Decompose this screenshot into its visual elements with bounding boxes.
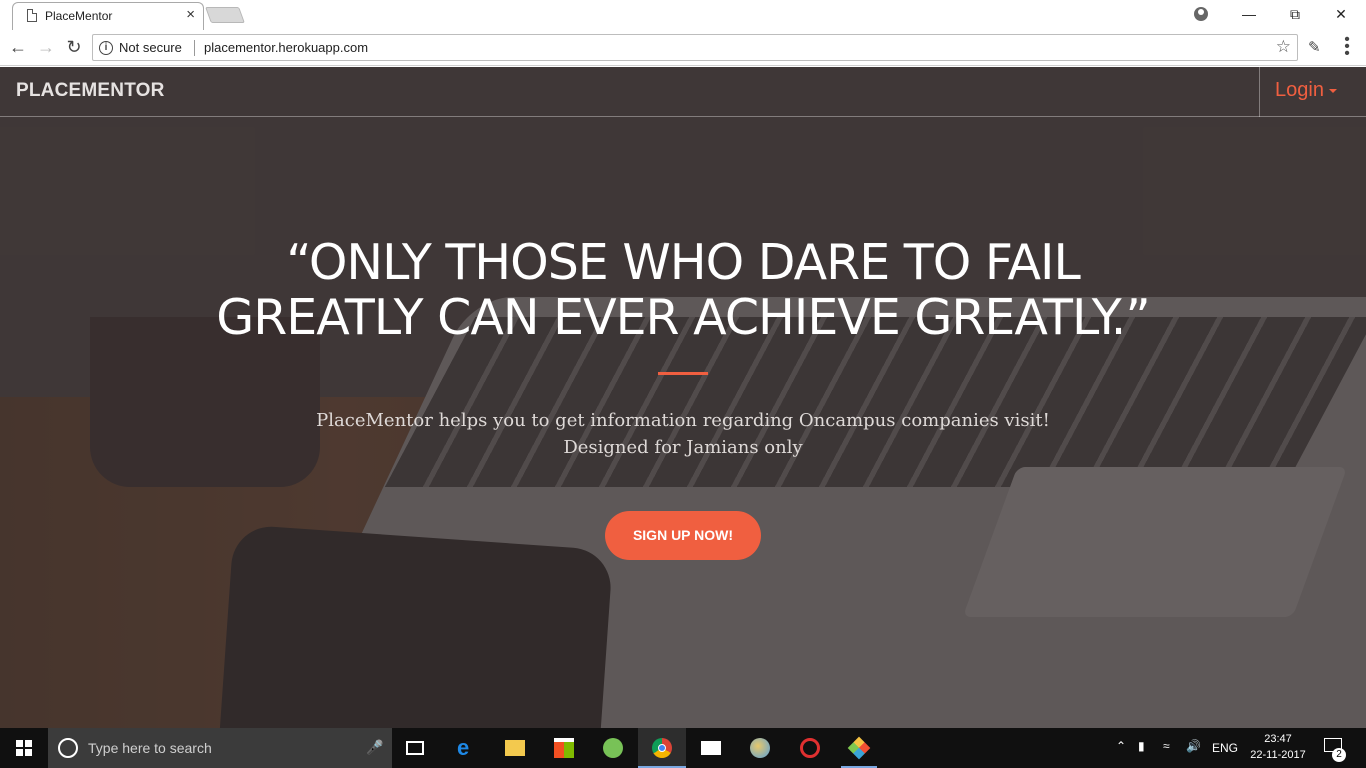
- browser-menu-icon[interactable]: • • •: [1342, 32, 1352, 62]
- headline-line-2: GREATLY CAN EVER ACHIEVE GREATLY.”: [216, 289, 1151, 346]
- task-view-icon[interactable]: [392, 728, 440, 768]
- mail-icon[interactable]: [687, 728, 735, 768]
- browser-tab-bar: PlaceMentor × — ⧉ ✕: [0, 0, 1366, 30]
- volume-icon[interactable]: 🔊: [1186, 739, 1201, 753]
- info-icon[interactable]: i: [99, 41, 113, 55]
- url-text[interactable]: placementor.herokuapp.com: [204, 40, 368, 55]
- caret-down-icon: [1328, 88, 1337, 93]
- login-label: Login: [1275, 79, 1324, 101]
- notification-badge: 2: [1332, 748, 1346, 762]
- restore-button[interactable]: ⧉: [1272, 0, 1318, 30]
- hero-overlay: [0, 67, 1366, 728]
- bookmark-star-icon[interactable]: ☆: [1276, 37, 1291, 57]
- language-indicator[interactable]: ENG: [1212, 741, 1238, 755]
- new-tab-button[interactable]: [205, 7, 245, 23]
- forward-icon[interactable]: →: [34, 36, 58, 60]
- paint-icon[interactable]: [736, 728, 784, 768]
- taskbar-search-box[interactable]: Type here to search 🎤: [48, 728, 392, 768]
- sign-up-button[interactable]: SIGN UP NOW!: [605, 511, 761, 560]
- search-placeholder: Type here to search: [88, 740, 212, 756]
- battery-icon[interactable]: ▮: [1138, 739, 1145, 753]
- page-icon: [27, 9, 37, 22]
- address-bar[interactable]: i Not secure placementor.herokuapp.com ☆: [92, 34, 1298, 61]
- back-icon[interactable]: ←: [6, 36, 30, 60]
- reload-icon[interactable]: ↻: [62, 36, 86, 60]
- login-dropdown[interactable]: Login: [1259, 67, 1366, 117]
- wifi-icon[interactable]: ≈: [1163, 739, 1170, 753]
- browser-toolbar: ← → ↻ i Not secure placementor.herokuapp…: [0, 30, 1366, 66]
- chrome-icon[interactable]: [638, 728, 686, 768]
- hero-subtitle: PlaceMentor helps you to get information…: [0, 407, 1366, 461]
- windows-logo-icon: [16, 740, 32, 756]
- login-link[interactable]: Login: [1275, 79, 1337, 102]
- subtitle-line-1: PlaceMentor helps you to get information…: [316, 410, 1050, 431]
- close-tab-icon[interactable]: ×: [186, 7, 195, 23]
- show-hidden-icons-icon[interactable]: ⌃: [1116, 739, 1126, 753]
- store-icon[interactable]: [540, 728, 588, 768]
- security-label[interactable]: Not secure: [119, 40, 182, 55]
- cortana-icon: [58, 738, 78, 758]
- hero-divider: [658, 372, 708, 375]
- clock-date: 22-11-2017: [1250, 749, 1306, 761]
- system-clock[interactable]: 23:47 22-11-2017: [1248, 731, 1308, 763]
- edge-icon[interactable]: e: [443, 728, 491, 768]
- git-gui-icon[interactable]: [786, 728, 834, 768]
- windows-taskbar: Type here to search 🎤 e ⌃ ▮ ≈ 🔊 ENG 23:4…: [0, 728, 1366, 768]
- git-icon[interactable]: [835, 728, 883, 768]
- page-viewport: PLACEMENTOR Login “ONLY THOSE WHO DARE T…: [0, 67, 1366, 728]
- file-explorer-icon[interactable]: [491, 728, 539, 768]
- tab-title: PlaceMentor: [45, 9, 113, 23]
- close-window-button[interactable]: ✕: [1318, 0, 1364, 30]
- browser-tab[interactable]: PlaceMentor ×: [12, 2, 204, 30]
- start-button[interactable]: [0, 728, 48, 768]
- profile-icon[interactable]: [1194, 7, 1208, 21]
- brand-logo[interactable]: PLACEMENTOR: [16, 80, 165, 102]
- clock-time: 23:47: [1264, 733, 1292, 745]
- minimize-button[interactable]: —: [1226, 0, 1272, 30]
- hero-headline: “ONLY THOSE WHO DARE TO FAIL GREATLY CAN…: [0, 235, 1366, 345]
- subtitle-line-2: Designed for Jamians only: [563, 437, 803, 458]
- eyedropper-extension-icon[interactable]: ✎: [1308, 38, 1321, 56]
- headline-line-1: “ONLY THOSE WHO DARE TO FAIL: [286, 234, 1081, 291]
- site-navbar: PLACEMENTOR Login: [0, 67, 1366, 117]
- separator: [194, 40, 195, 56]
- microphone-icon[interactable]: 🎤: [366, 739, 383, 756]
- android-studio-icon[interactable]: [589, 728, 637, 768]
